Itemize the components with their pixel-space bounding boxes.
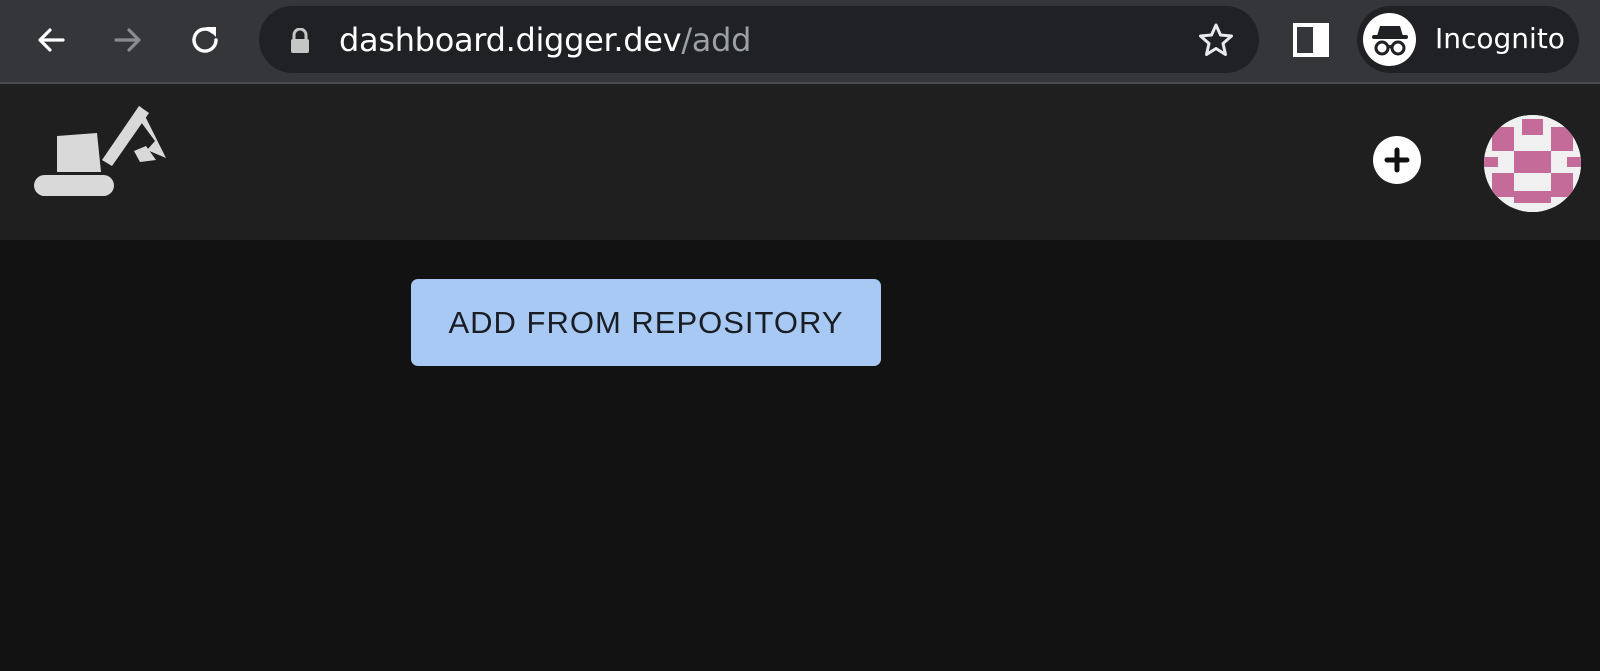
star-icon[interactable] xyxy=(1197,21,1235,59)
address-bar[interactable]: dashboard.digger.dev/add xyxy=(259,6,1259,73)
digger-excavator-logo[interactable] xyxy=(32,102,167,197)
forward-button[interactable] xyxy=(104,16,152,64)
back-arrow-icon xyxy=(38,28,65,52)
incognito-icon xyxy=(1363,13,1416,66)
incognito-label: Incognito xyxy=(1435,22,1565,55)
url-path: /add xyxy=(681,21,752,59)
forward-arrow-icon xyxy=(114,28,141,52)
add-from-repository-button[interactable]: ADD FROM REPOSITORY xyxy=(411,279,881,366)
url-text[interactable]: dashboard.digger.dev/add xyxy=(339,22,751,58)
url-host: dashboard.digger.dev xyxy=(339,21,682,59)
lock-icon xyxy=(291,28,309,53)
identicon-image xyxy=(1484,115,1581,212)
browser-toolbar: dashboard.digger.dev/add Incognito xyxy=(0,0,1600,84)
add-button[interactable] xyxy=(1373,136,1421,184)
reload-button[interactable] xyxy=(181,16,229,64)
incognito-profile-chip[interactable]: Incognito xyxy=(1357,6,1579,73)
plus-circle-icon xyxy=(1384,147,1410,173)
app-header xyxy=(0,84,1600,240)
user-avatar[interactable] xyxy=(1484,115,1581,212)
back-button[interactable] xyxy=(27,16,75,64)
reload-icon xyxy=(192,27,218,53)
side-panel-icon[interactable] xyxy=(1293,23,1329,57)
